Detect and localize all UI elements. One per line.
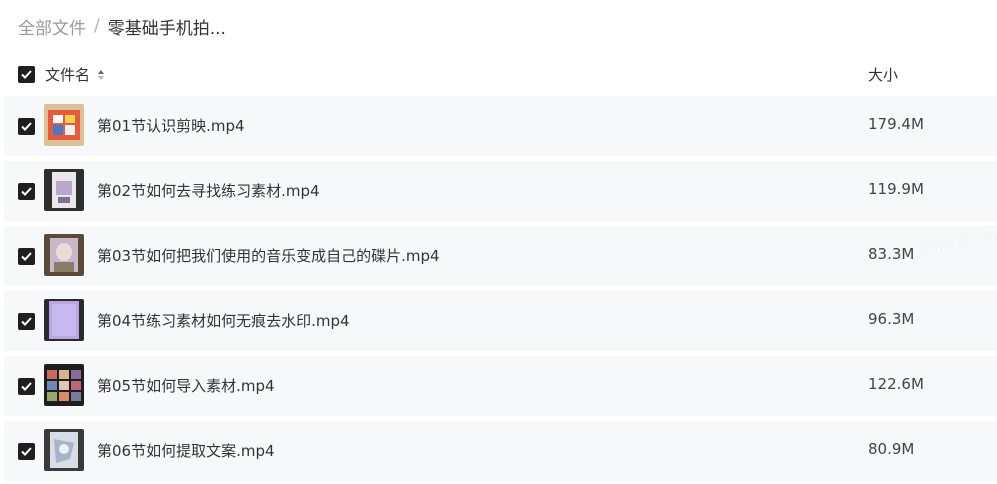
video-thumbnail xyxy=(44,104,84,146)
row-checkbox[interactable] xyxy=(18,313,35,330)
row-checkbox[interactable] xyxy=(18,443,35,460)
file-name[interactable]: 第01节认识剪映.mp4 xyxy=(97,115,245,136)
name-column-header[interactable]: 文件名 xyxy=(45,64,105,85)
list-header: 文件名 大小 xyxy=(0,58,997,92)
file-row[interactable]: 第05节如何导入素材.mp4 122.6M xyxy=(4,356,997,416)
file-size: 179.4M xyxy=(868,115,924,133)
file-size: 83.3M xyxy=(868,245,915,263)
row-checkbox[interactable] xyxy=(18,378,35,395)
file-row[interactable]: 第01节认识剪映.mp4 179.4M xyxy=(4,96,997,156)
size-column-header[interactable]: 大小 xyxy=(868,64,898,85)
breadcrumb: 全部文件 / 零基础手机拍... xyxy=(18,12,226,40)
video-thumbnail xyxy=(44,429,84,471)
select-all-checkbox[interactable] xyxy=(18,66,35,83)
breadcrumb-separator: / xyxy=(94,16,100,36)
row-checkbox[interactable] xyxy=(18,248,35,265)
file-name[interactable]: 第04节练习素材如何无痕去水印.mp4 xyxy=(97,310,350,331)
checkmark-icon xyxy=(21,447,32,456)
file-size: 119.9M xyxy=(868,180,924,198)
file-name[interactable]: 第02节如何去寻找练习素材.mp4 xyxy=(97,180,320,201)
row-checkbox[interactable] xyxy=(18,183,35,200)
checkmark-icon xyxy=(21,70,32,79)
checkmark-icon xyxy=(21,382,32,391)
video-thumbnail xyxy=(44,299,84,341)
file-row[interactable]: 第03节如何把我们使用的音乐变成自己的碟片.mp4 83.3M xyxy=(4,226,997,286)
file-name[interactable]: 第05节如何导入素材.mp4 xyxy=(97,375,275,396)
checkmark-icon xyxy=(21,252,32,261)
row-checkbox[interactable] xyxy=(18,118,35,135)
name-column-label: 文件名 xyxy=(45,66,91,84)
file-size: 122.6M xyxy=(868,375,924,393)
file-browser: 全部文件 / 零基础手机拍... 文件名 大小 第01节认识剪映.mp4 179… xyxy=(0,0,997,484)
file-row[interactable]: 第02节如何去寻找练习素材.mp4 119.9M xyxy=(4,161,997,221)
file-row[interactable]: 第06节如何提取文案.mp4 80.9M xyxy=(4,421,997,481)
video-thumbnail xyxy=(44,169,84,211)
file-name[interactable]: 第03节如何把我们使用的音乐变成自己的碟片.mp4 xyxy=(97,245,440,266)
checkmark-icon xyxy=(21,122,32,131)
file-size: 96.3M xyxy=(868,310,915,328)
file-list: 第01节认识剪映.mp4 179.4M 第02节如何去寻找练习素材.mp4 11… xyxy=(4,96,997,484)
sort-icon[interactable] xyxy=(97,69,105,81)
video-thumbnail xyxy=(44,364,84,406)
file-row[interactable]: 第04节练习素材如何无痕去水印.mp4 96.3M xyxy=(4,291,997,351)
breadcrumb-current-folder: 零基础手机拍... xyxy=(107,18,226,39)
file-name[interactable]: 第06节如何提取文案.mp4 xyxy=(97,440,275,461)
checkmark-icon xyxy=(21,317,32,326)
breadcrumb-root-link[interactable]: 全部文件 xyxy=(18,14,86,39)
file-size: 80.9M xyxy=(868,440,915,458)
video-thumbnail xyxy=(44,234,84,276)
checkmark-icon xyxy=(21,187,32,196)
